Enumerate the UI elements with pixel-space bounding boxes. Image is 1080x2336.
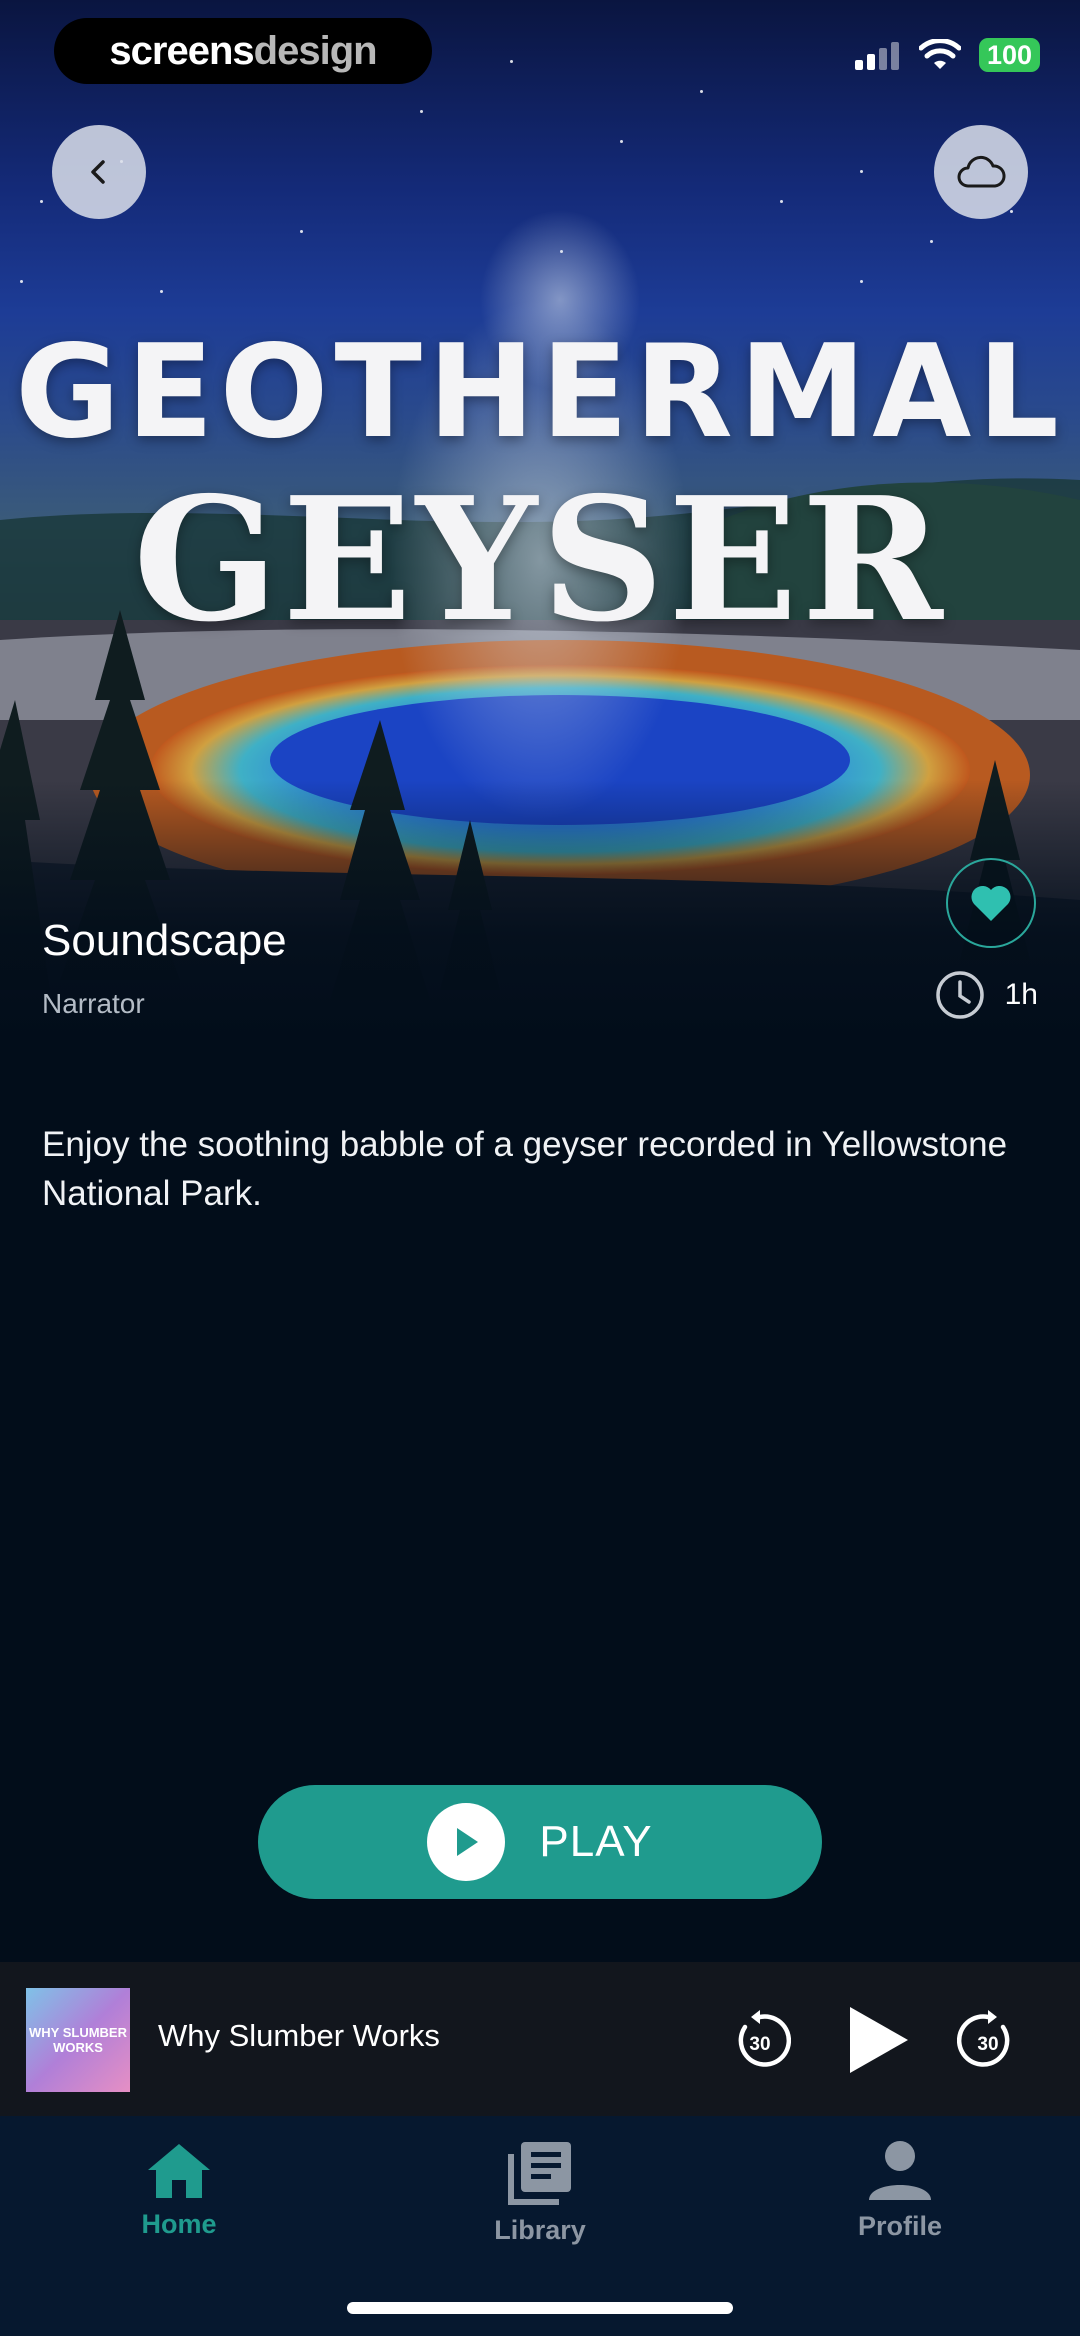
play-icon <box>850 2007 908 2073</box>
rewind-30-button[interactable]: 30 <box>718 1998 802 2082</box>
cellular-signal-icon <box>854 42 899 70</box>
back-button[interactable] <box>52 125 146 219</box>
library-icon <box>508 2142 571 2205</box>
forward-seconds: 30 <box>977 2034 999 2055</box>
description-text: Enjoy the soothing babble of a geyser re… <box>42 1125 1008 1213</box>
download-cloud-button[interactable] <box>934 125 1028 219</box>
cloud-icon <box>957 155 1006 188</box>
mini-player[interactable]: WHY SLUMBER WORKS Why Slumber Works 30 3… <box>0 1962 1080 2116</box>
favorite-button[interactable] <box>946 858 1036 948</box>
tab-library[interactable]: Library <box>440 2140 640 2246</box>
rewind-seconds: 30 <box>749 2034 771 2055</box>
home-indicator <box>347 2302 733 2314</box>
duration-value: 1h <box>1004 978 1038 1011</box>
tab-profile[interactable]: Profile <box>800 2140 1000 2242</box>
play-button-label: PLAY <box>539 1817 653 1866</box>
play-icon <box>457 1828 479 1856</box>
mini-player-cover: WHY SLUMBER WORKS <box>26 1988 130 2092</box>
artwork-title-line1: GEOTHERMAL <box>15 318 1065 467</box>
artwork-title-line2: GEYSER <box>133 460 947 660</box>
content-category: Soundscape <box>42 916 287 965</box>
status-icons: 100 <box>854 38 1040 72</box>
brand-watermark: screens design <box>54 18 432 84</box>
chevron-left-icon <box>91 160 105 184</box>
forward-30-button[interactable]: 30 <box>946 1998 1030 2082</box>
clock-icon <box>935 971 984 1019</box>
mini-player-title: Why Slumber Works <box>158 2018 440 2053</box>
profile-icon <box>869 2141 931 2200</box>
tab-home[interactable]: Home <box>79 2140 279 2240</box>
heart-icon <box>971 885 1011 921</box>
tab-profile-label: Profile <box>857 2211 943 2241</box>
play-circle <box>427 1803 506 1881</box>
narrator-label: Narrator <box>42 988 145 1019</box>
tab-home-label: Home <box>141 2209 217 2239</box>
duration-info: 1h <box>935 970 1038 1020</box>
home-icon <box>148 2144 210 2198</box>
tab-library-label: Library <box>494 2215 586 2245</box>
play-button[interactable]: PLAY <box>258 1785 822 1899</box>
mini-play-button[interactable] <box>836 1998 920 2082</box>
battery-indicator: 100 <box>978 38 1040 72</box>
wifi-icon <box>918 39 961 69</box>
